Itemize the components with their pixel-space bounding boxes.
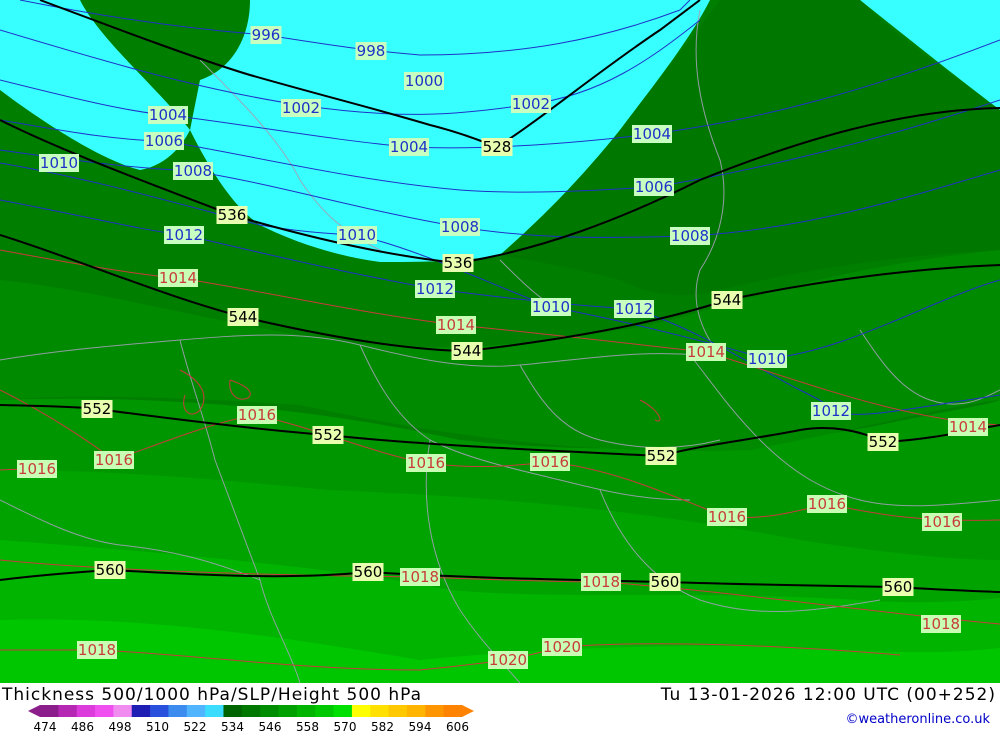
scale-arrow-left [28,705,40,717]
scale-swatch [406,705,426,717]
scale-tick-label: 582 [371,720,394,733]
slp-low-label: 1004 [633,125,671,143]
slp-low-label: 1012 [812,402,850,420]
scale-arrow-right [462,705,474,717]
scale-swatch [150,705,169,717]
credit-link[interactable]: ©weatheronline.co.uk [845,712,990,727]
height-label: 544 [453,342,482,360]
slp-high-label: 1016 [407,454,445,472]
slp-high-label: 1018 [401,568,439,586]
slp-low-label: 1010 [338,226,376,244]
map-footer: Thickness 500/1000 hPa/SLP/Height 500 hP… [0,683,1000,733]
scale-tick-label: 486 [71,720,94,733]
height-label: 536 [218,206,247,224]
weather-map: 528 536 536 544 544 544 552 552 552 552 560 560 560 5… [0,0,1000,683]
slp-high-label: 1014 [687,343,725,361]
scale-swatch [58,705,78,717]
slp-high-label: 1016 [808,495,846,513]
height-label: 560 [96,561,125,579]
slp-high-label: 1018 [582,573,620,591]
scale-tick-label: 570 [334,720,357,733]
scale-swatch [76,705,96,717]
slp-low-label: 1010 [40,154,78,172]
scale-tick-label: 474 [34,720,57,733]
scale-swatch [370,705,390,717]
scale-tick-label: 534 [221,720,244,733]
scale-tick-label: 546 [259,720,282,733]
height-label: 552 [647,447,676,465]
scale-swatch [278,705,298,717]
scale-swatch [333,705,353,717]
slp-low-label: 1002 [282,99,320,117]
thickness-shading [0,0,1000,683]
slp-high-label: 1014 [949,418,987,436]
scale-swatch [186,705,206,717]
height-label: 536 [444,254,473,272]
scale-swatch [388,705,408,717]
scale-swatch [260,705,280,717]
scale-swatch [95,705,114,717]
slp-high-label: 1018 [922,615,960,633]
scale-tick-label: 522 [184,720,207,733]
slp-low-label: 1010 [748,350,786,368]
scale-swatch [241,705,261,717]
height-label: 560 [884,578,913,596]
height-label: 544 [229,308,258,326]
height-label: 552 [83,400,112,418]
slp-high-label: 1016 [18,460,56,478]
scale-swatch [296,705,316,717]
height-label: 560 [354,563,383,581]
slp-low-label: 1004 [149,106,187,124]
scale-swatch [351,705,371,717]
slp-high-label: 1014 [437,316,475,334]
slp-low-label: 1008 [671,227,709,245]
scale-swatch [223,705,243,717]
scale-swatch [168,705,188,717]
slp-high-label: 1014 [159,269,197,287]
slp-low-label: 1006 [145,132,183,150]
scale-swatch [425,705,445,717]
slp-low-label: 1008 [174,162,212,180]
scale-swatch [113,705,133,717]
slp-low-label: 1002 [512,95,550,113]
slp-high-label: 1018 [78,641,116,659]
slp-high-label: 1020 [543,638,581,656]
slp-low-label: 1012 [615,300,653,318]
height-label: 552 [869,433,898,451]
slp-low-label: 1006 [635,178,673,196]
slp-high-label: 1016 [531,453,569,471]
color-scale: 474 486 498 510 522 534 546 558 570 582 594 606 [28,705,474,733]
slp-high-label: 1020 [489,651,527,669]
slp-low-label: 996 [252,26,281,44]
slp-high-label: 1016 [923,513,961,531]
scale-swatch [131,705,151,717]
map-title: Thickness 500/1000 hPa/SLP/Height 500 hP… [2,685,423,705]
scale-swatch [443,705,463,717]
height-label: 560 [651,573,680,591]
slp-high-label: 1016 [238,406,276,424]
scale-tick-label: 510 [146,720,169,733]
scale-swatch [205,705,224,717]
slp-low-label: 1000 [405,72,443,90]
scale-tick-label: 498 [109,720,132,733]
scale-tick-label: 558 [296,720,319,733]
scale-swatch [315,705,335,717]
slp-low-label: 1012 [416,280,454,298]
height-label: 544 [713,291,742,309]
valid-time: Tu 13-01-2026 12:00 UTC (00+252) [660,685,996,705]
height-label: 528 [483,138,512,156]
scale-swatch [40,705,59,717]
slp-high-label: 1016 [95,451,133,469]
slp-low-label: 1012 [165,226,203,244]
slp-low-label: 998 [357,42,386,60]
height-label: 552 [314,426,343,444]
scale-tick-label: 606 [446,720,469,733]
slp-high-label: 1016 [708,508,746,526]
slp-low-label: 1004 [390,138,428,156]
slp-low-label: 1010 [532,298,570,316]
slp-low-label: 1008 [441,218,479,236]
scale-tick-label: 594 [409,720,432,733]
